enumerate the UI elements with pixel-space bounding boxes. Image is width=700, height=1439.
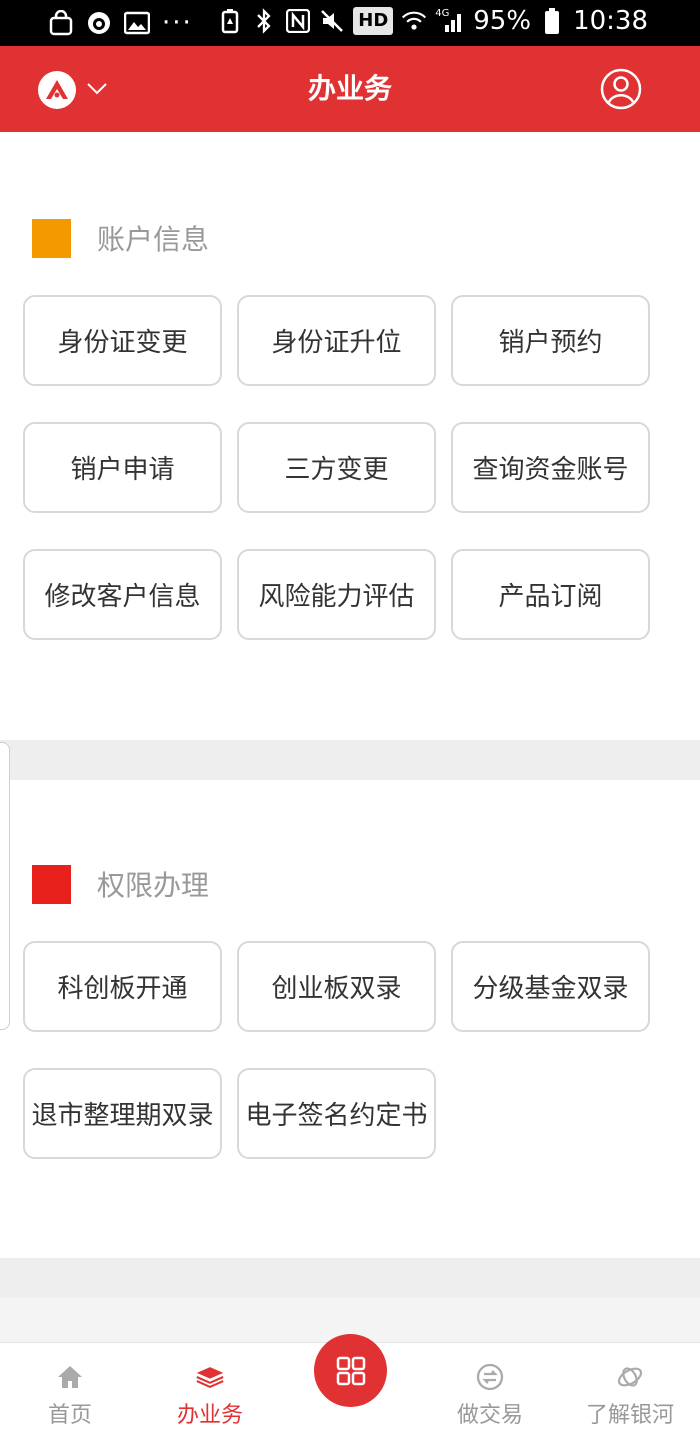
section-header: 权限办理 — [32, 864, 209, 904]
clock: 10:38 — [573, 6, 648, 36]
exchange-icon — [476, 1363, 504, 1391]
tab-home[interactable]: 首页 — [0, 1343, 140, 1439]
shopping-bag-icon — [48, 8, 74, 38]
section-title: 权限办理 — [97, 869, 210, 902]
battery-icon — [539, 6, 565, 36]
cellular-signal-icon: 4G — [435, 6, 465, 36]
star-market-open-button[interactable]: 科创板开通 — [23, 941, 222, 1032]
account-closing-application-button[interactable]: 销户申请 — [23, 422, 222, 513]
section-account-info: 账户信息 身份证变更 身份证升位 销户预约 销户申请 三方变更 查询资金账号 修… — [0, 132, 700, 740]
galaxy-icon — [616, 1363, 644, 1391]
query-fund-account-button[interactable]: 查询资金账号 — [451, 422, 650, 513]
main-content[interactable]: 账户信息 身份证变更 身份证升位 销户预约 销户申请 三方变更 查询资金账号 修… — [0, 132, 700, 1343]
more-notifications-icon: ··· — [162, 8, 193, 38]
edge-panel-handle[interactable] — [0, 742, 10, 1030]
id-card-change-button[interactable]: 身份证变更 — [23, 295, 222, 386]
tab-about-galaxy[interactable]: 了解银河 — [560, 1343, 700, 1439]
home-icon — [56, 1363, 84, 1391]
section-title: 账户信息 — [97, 223, 210, 256]
mute-icon — [319, 6, 345, 36]
tab-label: 了解银河 — [585, 1403, 674, 1428]
tab-label: 首页 — [47, 1403, 92, 1428]
tab-business[interactable]: 办业务 — [140, 1343, 280, 1439]
user-icon — [600, 68, 642, 110]
section-divider — [0, 740, 700, 780]
section-marker — [32, 864, 71, 904]
brand-logo-icon — [38, 71, 76, 109]
bottom-tab-bar: 首页 办业务 做交易 了解银河 — [0, 1334, 700, 1439]
status-left-icons: ··· — [48, 8, 193, 38]
e-signature-agreement-button[interactable]: 电子签名约定书 — [237, 1068, 436, 1159]
id-card-upgrade-button[interactable]: 身份证升位 — [237, 295, 436, 386]
bluetooth-icon — [251, 6, 277, 36]
profile-button[interactable] — [600, 68, 642, 110]
section-divider — [0, 1258, 700, 1298]
image-icon — [124, 8, 150, 38]
battery-saver-icon — [217, 6, 243, 36]
chevron-down-icon — [86, 81, 108, 100]
delisting-period-dual-record-button[interactable]: 退市整理期双录 — [23, 1068, 222, 1159]
tab-trade[interactable]: 做交易 — [420, 1343, 560, 1439]
product-subscription-button[interactable]: 产品订阅 — [451, 549, 650, 640]
chinext-dual-record-button[interactable]: 创业板双录 — [237, 941, 436, 1032]
section-permissions: 权限办理 科创板开通 创业板双录 分级基金双录 退市整理期双录 电子签名约定书 — [0, 780, 700, 1258]
nav-bar: 办业务 — [0, 46, 700, 132]
tab-label: 办业务 — [176, 1403, 243, 1428]
third-party-change-button[interactable]: 三方变更 — [237, 422, 436, 513]
section-header: 账户信息 — [32, 218, 209, 258]
graded-fund-dual-record-button[interactable]: 分级基金双录 — [451, 941, 650, 1032]
tab-label: 做交易 — [456, 1403, 523, 1428]
wifi-icon — [401, 6, 427, 36]
grid-icon — [336, 1356, 365, 1385]
battery-percent: 95% — [473, 6, 532, 36]
nfc-icon — [285, 6, 311, 36]
account-closing-appointment-button[interactable]: 销户预约 — [451, 295, 650, 386]
status-right-icons: HD 4G 95% 10:38 — [217, 6, 648, 36]
status-bar: ··· HD 4G 95% 10:38 — [0, 0, 700, 46]
hd-badge: HD — [353, 7, 394, 35]
branch-selector[interactable] — [38, 70, 114, 110]
modify-customer-info-button[interactable]: 修改客户信息 — [23, 549, 222, 640]
app-notification-icon — [86, 8, 112, 38]
layers-icon — [196, 1363, 224, 1391]
risk-assessment-button[interactable]: 风险能力评估 — [237, 549, 436, 640]
network-type-label: 4G — [435, 8, 450, 19]
section-marker — [32, 218, 71, 258]
center-menu-button[interactable] — [314, 1334, 387, 1407]
